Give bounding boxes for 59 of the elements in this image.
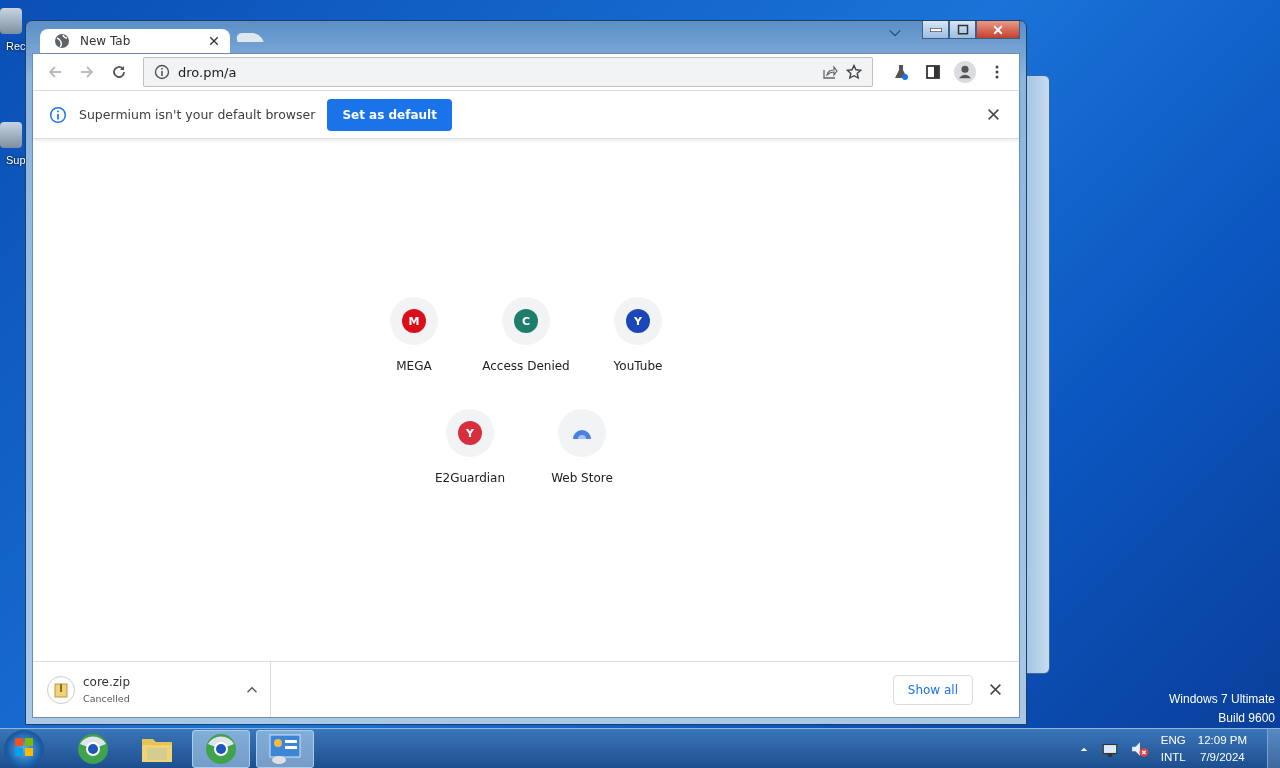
minimize-button[interactable] xyxy=(922,21,949,39)
windows-edition: Windows 7 Ultimate xyxy=(1168,691,1275,708)
flask-icon xyxy=(893,64,909,80)
browser-tab[interactable]: New Tab xyxy=(40,29,230,53)
shortcut-tile[interactable]: Y YouTube xyxy=(582,297,694,393)
desktop-icon-label: Rec xyxy=(5,40,26,52)
browser-icon xyxy=(204,731,238,766)
shortcut-label: Access Denied xyxy=(482,359,570,373)
shortcut-tile[interactable]: Web Store xyxy=(526,409,638,505)
browser-icon xyxy=(76,731,110,766)
download-status: Cancelled xyxy=(83,693,131,704)
site-letter-icon: C xyxy=(514,309,538,333)
shortcut-tile[interactable]: C Access Denied xyxy=(470,297,582,393)
close-icon xyxy=(992,23,1004,36)
reload-icon xyxy=(111,64,127,80)
info-icon xyxy=(49,105,67,124)
show-all-button[interactable]: Show all xyxy=(892,674,973,705)
shortcut-label: E2Guardian xyxy=(434,471,506,485)
taskbar-app-button[interactable] xyxy=(256,729,314,768)
close-button[interactable] xyxy=(976,21,1020,39)
clock[interactable]: 12:09 PM 7/9/2024 xyxy=(1197,731,1247,766)
arrow-left-icon xyxy=(47,64,63,80)
arrow-right-icon xyxy=(79,64,95,80)
share-icon xyxy=(822,64,838,80)
download-file-name: core.zip xyxy=(83,675,132,689)
set-default-button[interactable]: Set as default xyxy=(327,98,452,131)
person-icon xyxy=(954,61,976,83)
shortcut-tile[interactable]: Y E2Guardian xyxy=(414,409,526,505)
desktop-icon[interactable] xyxy=(0,8,22,34)
minimize-icon xyxy=(929,27,942,32)
maximize-icon xyxy=(956,23,969,36)
site-letter-icon: Y xyxy=(626,309,650,333)
site-letter-icon: Y xyxy=(458,421,482,445)
desktop-icon-label: Sup xyxy=(5,154,26,166)
desktop-icon[interactable] xyxy=(0,122,22,148)
control-panel-icon xyxy=(267,732,303,765)
shortcut-label: Web Store xyxy=(551,471,613,485)
close-icon xyxy=(986,108,1000,121)
shortcut-label: MEGA xyxy=(396,359,432,373)
windows-logo-icon xyxy=(14,737,34,757)
taskbar-app-button[interactable] xyxy=(192,729,250,768)
maximize-button[interactable] xyxy=(949,21,976,39)
show-desktop-button[interactable] xyxy=(1267,728,1280,768)
start-button[interactable] xyxy=(4,729,44,768)
side-panel-icon xyxy=(925,64,941,80)
shortcut-label: YouTube xyxy=(613,359,663,373)
star-icon xyxy=(846,64,862,80)
site-letter-icon: M xyxy=(402,309,426,333)
windows-build: Build 9600 xyxy=(1218,710,1275,727)
infobar-message: Supermium isn't your default browser xyxy=(79,107,316,122)
shortcut-tile[interactable]: M MEGA xyxy=(358,297,470,393)
globe-icon xyxy=(54,33,70,49)
profile-button[interactable] xyxy=(953,60,977,84)
close-icon xyxy=(208,35,220,47)
close-icon xyxy=(988,683,1002,696)
address-bar[interactable]: dro.pm/a xyxy=(143,57,873,87)
info-icon xyxy=(154,64,170,80)
download-item[interactable]: core.zip Cancelled xyxy=(47,662,271,717)
language-indicator[interactable]: ENG INTL xyxy=(1160,731,1186,766)
